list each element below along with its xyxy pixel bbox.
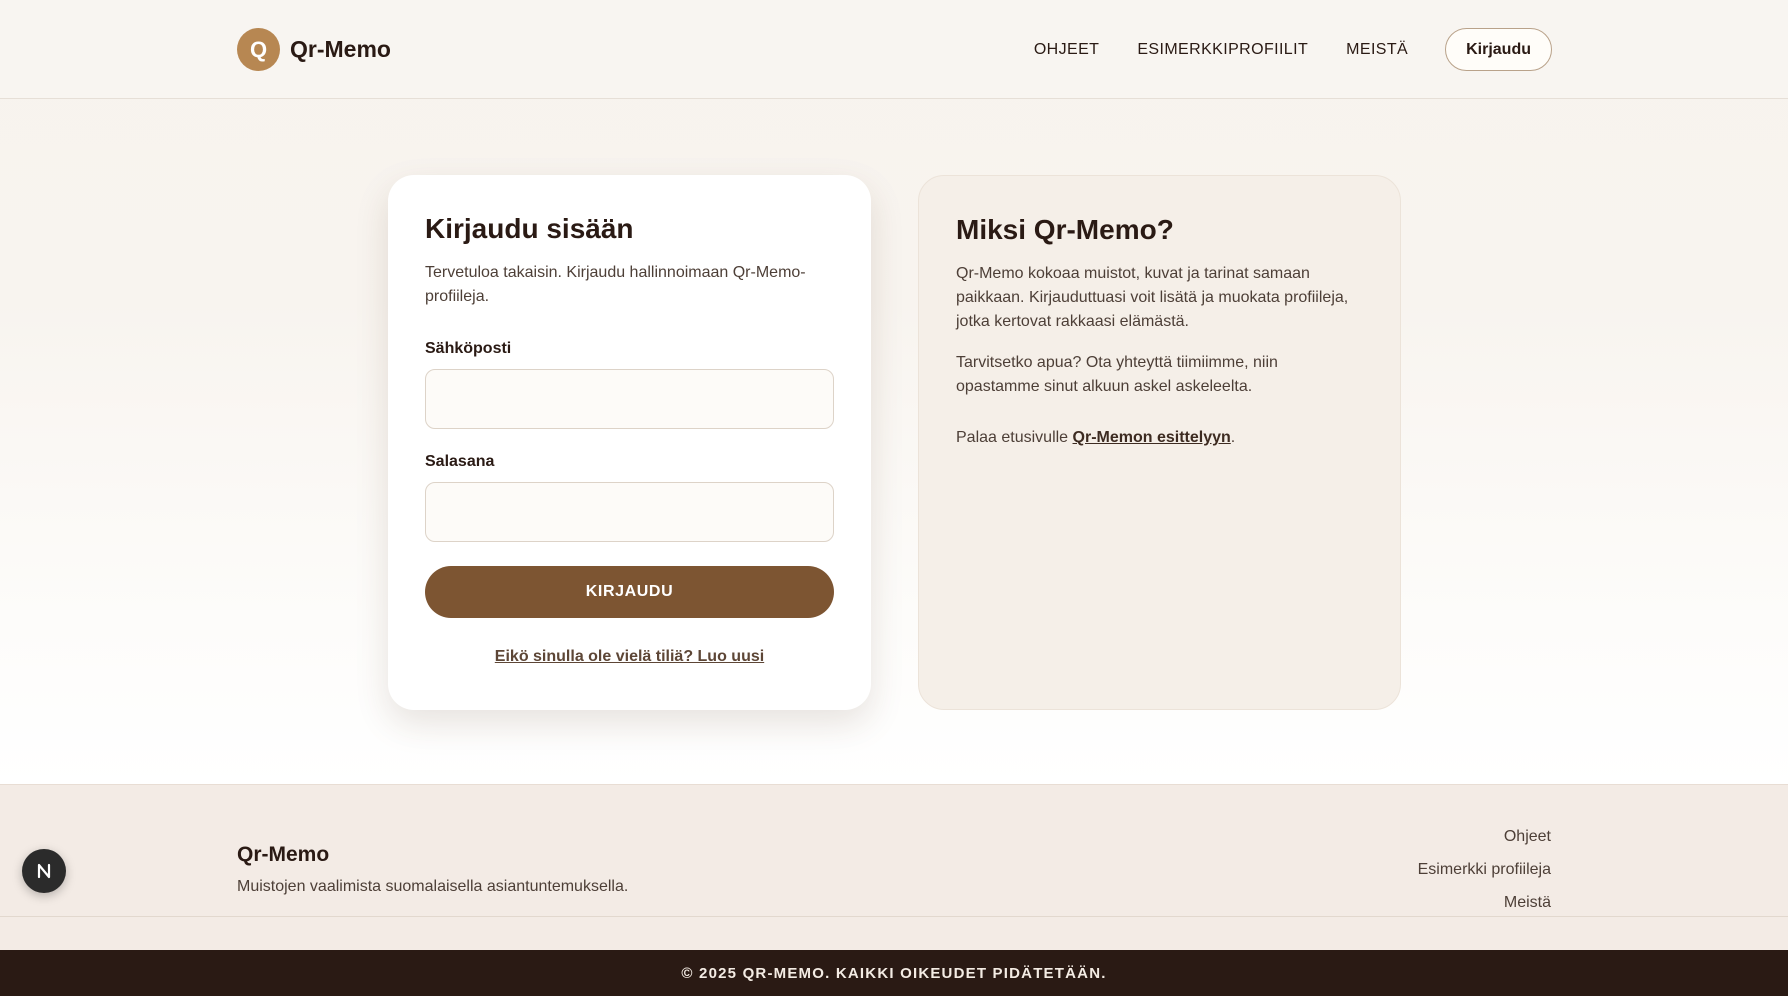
password-field[interactable]: [425, 482, 834, 542]
register-link[interactable]: Eikö sinulla ole vielä tiliä? Luo uusi: [425, 648, 834, 666]
why-paragraph-1: Qr-Memo kokoaa muistot, kuvat ja tarinat…: [956, 265, 1349, 330]
main-nav: OHJEET ESIMERKKIPROFIILIT MEISTÄ Kirjaud…: [1034, 28, 1552, 71]
nav-link-meista[interactable]: MEISTÄ: [1346, 41, 1408, 59]
logo-badge-icon: Q: [237, 28, 280, 71]
back-to-home-text: Palaa etusivulle Qr-Memon esittelyyn.: [956, 426, 1363, 450]
logo[interactable]: Q Qr-Memo: [237, 28, 391, 71]
nav-link-esimerkkiprofiilit[interactable]: ESIMERKKIPROFIILIT: [1137, 41, 1308, 59]
footer-brand: Qr-Memo: [237, 843, 330, 866]
login-card: Kirjaudu sisään Tervetuloa takaisin. Kir…: [388, 175, 871, 710]
why-card: Miksi Qr-Memo? Qr-Memo kokoaa muistot, k…: [918, 175, 1401, 710]
intro-page-link[interactable]: Qr-Memon esittelyyn: [1073, 429, 1231, 446]
header-login-button[interactable]: Kirjaudu: [1445, 28, 1552, 71]
footer-link-meista[interactable]: Meistä: [1418, 893, 1551, 913]
footer-tagline: Muistojen vaalimista suomalaisella asian…: [237, 878, 629, 895]
site-footer: Qr-Memo Muistojen vaalimista suomalaisel…: [0, 784, 1788, 950]
copyright-text: © 2025 QR-MEMO. KAIKKI OIKEUDET PIDÄTETÄ…: [681, 964, 1107, 982]
site-header: Q Qr-Memo OHJEET ESIMERKKIPROFIILIT MEIS…: [0, 0, 1788, 99]
footer-link-ohjeet[interactable]: Ohjeet: [1418, 827, 1551, 847]
email-field[interactable]: [425, 369, 834, 429]
nextjs-n-icon: [37, 863, 51, 879]
login-submit-button[interactable]: KIRJAUDU: [425, 566, 834, 618]
back-suffix: .: [1230, 429, 1236, 446]
why-paragraph-2: Tarvitsetko apua? Ota yhteyttä tiimiimme…: [956, 354, 1278, 395]
login-title: Kirjaudu sisään: [425, 213, 634, 244]
back-prefix: Palaa etusivulle: [956, 429, 1073, 446]
footer-link-esimerkki-profiileja[interactable]: Esimerkki profiileja: [1418, 860, 1551, 880]
email-label: Sähköposti: [425, 340, 512, 357]
footer-links: Ohjeet Esimerkki profiileja Meistä: [1418, 827, 1551, 926]
login-intro: Tervetuloa takaisin. Kirjaudu hallinnoim…: [425, 264, 806, 305]
footer-divider: [0, 916, 1788, 917]
nextjs-icon[interactable]: [22, 849, 66, 893]
logo-text: Qr-Memo: [290, 36, 391, 62]
nav-link-ohjeet[interactable]: OHJEET: [1034, 41, 1100, 59]
password-label: Salasana: [425, 453, 495, 470]
why-title: Miksi Qr-Memo?: [956, 214, 1174, 245]
copyright-bar: © 2025 QR-MEMO. KAIKKI OIKEUDET PIDÄTETÄ…: [0, 950, 1788, 996]
